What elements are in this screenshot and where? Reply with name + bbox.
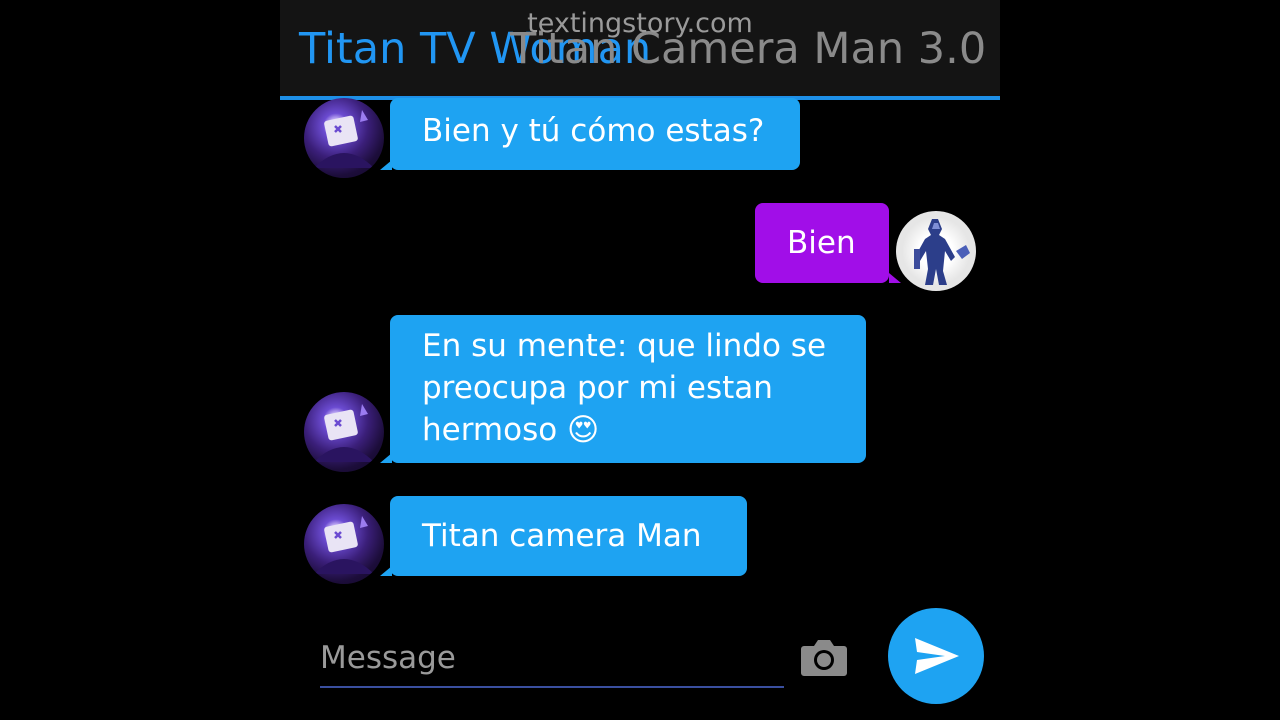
message-text: Bien y tú cómo estas?	[422, 113, 765, 149]
watermark: textingstory.com	[527, 8, 753, 39]
message-line: En su mente: que lindo se	[422, 328, 827, 364]
purple-tv-avatar[interactable]	[304, 98, 384, 178]
armored-knight-avatar[interactable]	[896, 211, 976, 291]
purple-tv-avatar[interactable]	[304, 504, 384, 584]
bubble-tail	[889, 273, 901, 283]
bubble-tail	[380, 566, 392, 576]
message-bubble-outgoing[interactable]: Bien	[755, 203, 889, 283]
send-button[interactable]	[888, 608, 984, 704]
message-text: Bien	[787, 225, 856, 261]
message-bubble-incoming[interactable]: Titan camera Man	[390, 496, 747, 576]
message-line: hermoso 😍	[422, 412, 600, 448]
message-line: preocupa por mi estan	[422, 370, 773, 406]
message-input-container	[320, 632, 784, 688]
message-bubble-incoming[interactable]: Bien y tú cómo estas?	[390, 98, 800, 170]
message-text: Titan camera Man	[422, 518, 702, 554]
chat-header: Titan TV Woman Titan Camera Man 3.0 text…	[280, 0, 1000, 100]
message-bubble-incoming[interactable]: En su mente: que lindo se preocupa por m…	[390, 315, 866, 463]
purple-tv-avatar[interactable]	[304, 392, 384, 472]
camera-icon[interactable]	[800, 636, 848, 678]
send-icon	[915, 638, 959, 674]
message-input[interactable]	[320, 632, 784, 684]
bubble-tail	[380, 453, 392, 463]
bubble-tail	[380, 160, 392, 170]
chat-screen: Titan TV Woman Titan Camera Man 3.0 text…	[280, 0, 1000, 720]
